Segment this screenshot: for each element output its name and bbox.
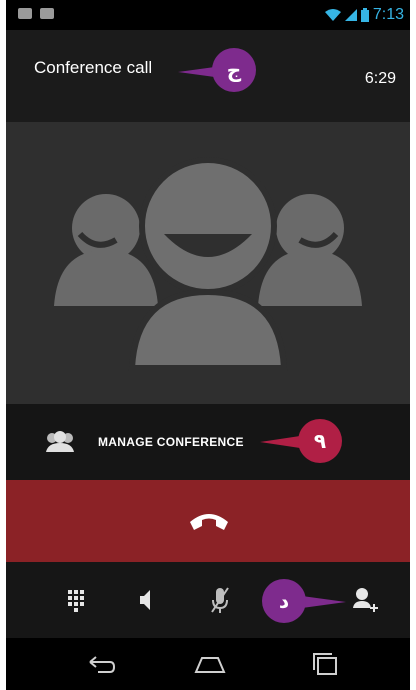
- signal-icon: [344, 9, 357, 21]
- back-icon: [89, 656, 116, 673]
- battery-icon: [360, 8, 369, 22]
- manage-conference-label: MANAGE CONFERENCE: [98, 435, 244, 449]
- back-button[interactable]: [76, 648, 124, 680]
- dialpad-icon: [68, 590, 84, 612]
- navigation-bar: [6, 638, 410, 690]
- mute-icon: [211, 587, 229, 613]
- add-call-icon: [353, 588, 378, 612]
- home-icon: [194, 657, 226, 673]
- in-call-screen: 7:13 Conference call ج 6:29 MANAGE CONFE…: [6, 0, 410, 690]
- end-call-button[interactable]: [6, 480, 410, 562]
- callout-badge-3: د: [262, 579, 306, 623]
- email-icon: [18, 8, 32, 19]
- recents-button[interactable]: [302, 648, 350, 680]
- end-call-icon: [190, 514, 228, 530]
- call-header: Conference call ج 6:29: [6, 30, 410, 122]
- recents-icon: [313, 653, 337, 675]
- status-bar: 7:13: [6, 0, 410, 30]
- home-button[interactable]: [186, 648, 234, 680]
- status-time: 7:13: [372, 6, 404, 23]
- wifi-icon: [324, 9, 341, 21]
- android-icon: [40, 8, 54, 19]
- conference-avatar-icon: [54, 157, 362, 371]
- manage-conference-icon: [46, 431, 74, 452]
- speaker-icon: [140, 590, 150, 610]
- mute-button[interactable]: [196, 576, 244, 624]
- callout-badge-1: ج: [212, 48, 256, 92]
- dialpad-button[interactable]: [52, 576, 100, 624]
- speaker-button[interactable]: [122, 576, 170, 624]
- callout-arrow: [260, 436, 300, 448]
- contact-photo: [6, 122, 410, 404]
- add-call-button[interactable]: [340, 576, 388, 624]
- call-controls: د: [6, 562, 410, 638]
- call-timer: 6:29: [364, 70, 396, 87]
- manage-conference-row[interactable]: MANAGE CONFERENCE ۹: [6, 404, 410, 480]
- callout-badge-2: ۹: [298, 419, 342, 463]
- call-title: Conference call: [34, 58, 153, 77]
